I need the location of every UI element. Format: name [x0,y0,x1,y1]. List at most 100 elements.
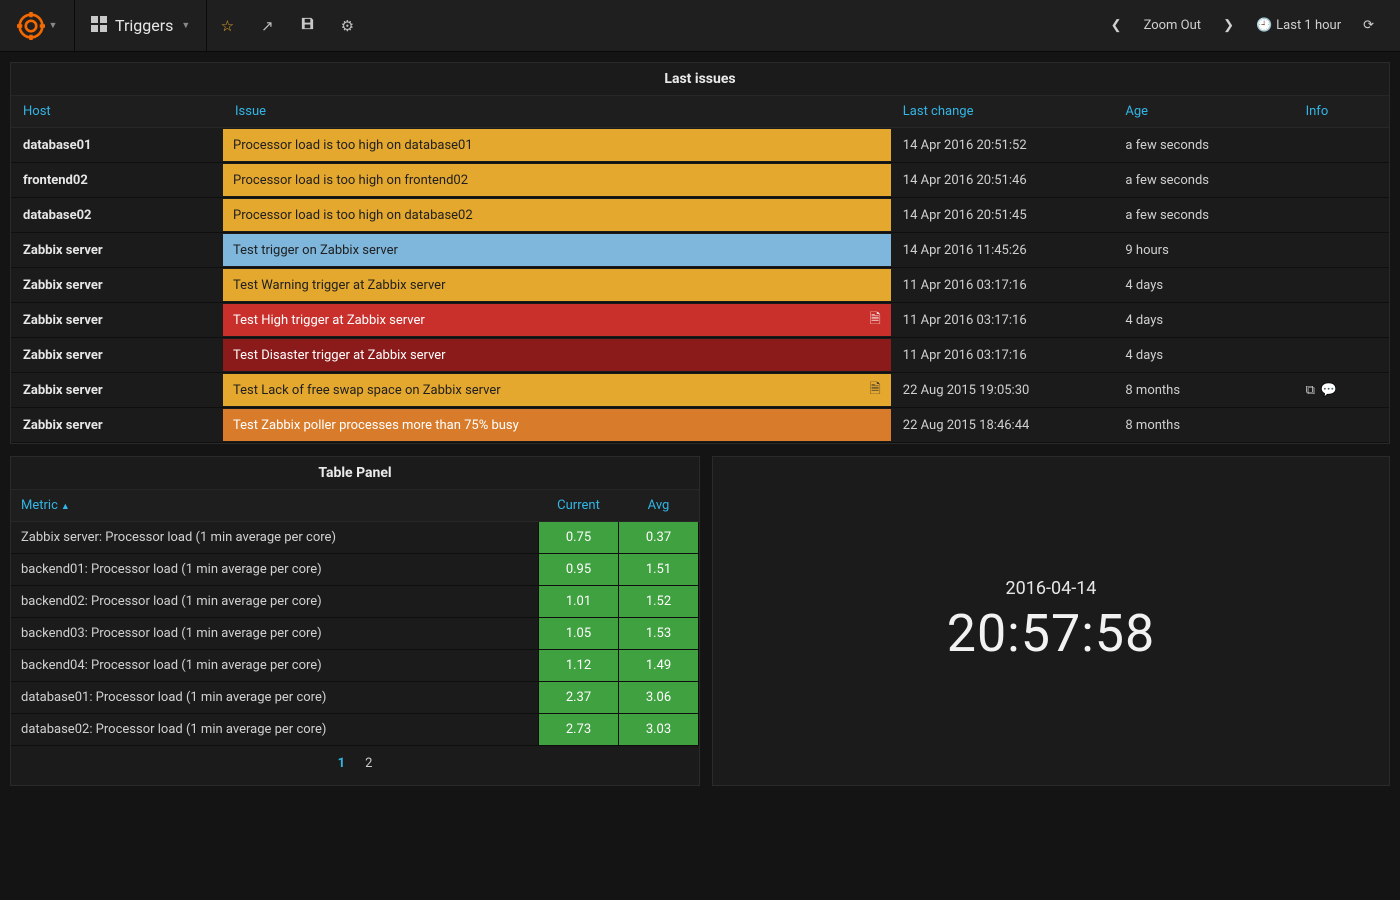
issue-chip[interactable]: Test High trigger at Zabbix server🗎 [223,304,891,336]
col-host[interactable]: Host [11,96,223,128]
issue-text: Test trigger on Zabbix server [233,243,398,258]
col-age[interactable]: Age [1113,96,1293,128]
host-cell[interactable]: Zabbix server [11,373,223,408]
host-cell[interactable]: Zabbix server [11,408,223,443]
star-button[interactable]: ☆ [207,0,247,52]
last-change-cell: 14 Apr 2016 20:51:46 [891,163,1114,198]
info-cell [1294,338,1389,373]
avg-cell: 3.06 [619,682,699,714]
sort-asc-icon: ▲ [61,502,70,512]
issue-chip[interactable]: Test Warning trigger at Zabbix server [223,269,891,301]
dashboard-title: Triggers [115,16,173,35]
info-cell [1294,303,1389,338]
host-cell[interactable]: Zabbix server [11,268,223,303]
logo-menu[interactable]: ▼ [0,0,75,52]
host-cell[interactable]: database01 [11,128,223,163]
table-row: Zabbix server: Processor load (1 min ave… [11,522,699,554]
share-icon: ↗ [261,17,274,35]
panel-title[interactable]: Last issues [11,63,1389,96]
avg-cell: 1.53 [619,618,699,650]
avg-cell: 1.49 [619,650,699,682]
info-cell [1294,198,1389,233]
share-button[interactable]: ↗ [247,0,287,52]
issue-cell: Test Lack of free swap space on Zabbix s… [223,373,891,408]
current-cell: 0.75 [539,522,619,554]
issue-chip[interactable]: Processor load is too high on frontend02 [223,164,891,196]
table-row: Zabbix serverTest Zabbix poller processe… [11,408,1389,443]
time-back-button[interactable]: ❮ [1103,12,1130,39]
table-row: Zabbix server Test Warning trigger at Zab… [11,268,1389,303]
issue-chip[interactable]: Processor load is too high on database01 [223,129,891,161]
last-change-cell: 14 Apr 2016 11:45:26 [891,233,1114,268]
issue-text: Processor load is too high on database01 [233,138,473,153]
document-icon[interactable]: 🗎 [870,308,881,332]
chevron-left-icon: ❮ [1111,18,1122,33]
metric-cell: Zabbix server: Processor load (1 min ave… [11,522,539,554]
issue-chip[interactable]: Processor load is too high on database02 [223,199,891,231]
time-controls: ❮ Zoom Out ❯ 🕘 Last 1 hour ⟳ [1103,12,1400,39]
info-cell [1294,128,1389,163]
zoom-out-label: Zoom Out [1144,18,1201,33]
col-info[interactable]: Info [1294,96,1389,128]
toolbar: ☆ ↗ ⚙ [207,0,367,52]
issue-cell: Test trigger on Zabbix server [223,233,891,268]
issue-chip[interactable]: Test Disaster trigger at Zabbix server [223,339,891,371]
col-avg[interactable]: Avg [619,490,699,522]
time-forward-button[interactable]: ❯ [1215,12,1242,39]
col-last-change[interactable]: Last change [891,96,1114,128]
metric-cell: database02: Processor load (1 min averag… [11,714,539,746]
info-cell [1294,408,1389,443]
dashboard-picker[interactable]: Triggers ▼ [75,0,207,52]
document-icon[interactable]: 🗎 [870,378,881,402]
external-link-icon[interactable]: ⧉ [1306,383,1315,398]
issue-cell: Processor load is too high on database02 [223,198,891,233]
page-2[interactable]: 2 [355,754,382,773]
metric-cell: database01: Processor load (1 min averag… [11,682,539,714]
metrics-table: Metric▲ Current Avg Zabbix server: Proce… [11,490,699,746]
table-row: database02 Processor load is too high on … [11,198,1389,233]
issue-text: Processor load is too high on database02 [233,208,473,223]
issue-text: Test Warning trigger at Zabbix server [233,278,445,293]
last-change-cell: 14 Apr 2016 20:51:52 [891,128,1114,163]
comment-icon[interactable]: 💬 [1321,383,1337,398]
refresh-icon: ⟳ [1363,18,1374,33]
host-cell[interactable]: Zabbix server [11,338,223,373]
age-cell: 4 days [1113,303,1293,338]
issue-chip[interactable]: Test Zabbix poller processes more than 7… [223,409,891,441]
clock-time: 20:57:58 [947,603,1156,664]
table-row: database01: Processor load (1 min averag… [11,682,699,714]
issue-cell: Test Disaster trigger at Zabbix server [223,338,891,373]
settings-button[interactable]: ⚙ [327,0,367,52]
issue-chip[interactable]: Test Lack of free swap space on Zabbix s… [223,374,891,406]
table-row: Zabbix serverTest Lack of free swap spac… [11,373,1389,408]
zoom-out-button[interactable]: Zoom Out [1136,12,1209,39]
time-range-picker[interactable]: 🕘 Last 1 hour [1248,12,1349,39]
col-issue[interactable]: Issue [223,96,891,128]
current-cell: 2.37 [539,682,619,714]
table-row: Zabbix serverTest High trigger at Zabbix… [11,303,1389,338]
host-cell[interactable]: Zabbix server [11,233,223,268]
host-cell[interactable]: Zabbix server [11,303,223,338]
host-cell[interactable]: frontend02 [11,163,223,198]
table-row: database02: Processor load (1 min averag… [11,714,699,746]
refresh-button[interactable]: ⟳ [1355,12,1382,39]
table-row: backend01: Processor load (1 min average… [11,554,699,586]
save-button[interactable] [287,0,327,52]
issue-cell: Test High trigger at Zabbix server🗎 [223,303,891,338]
host-cell[interactable]: database02 [11,198,223,233]
avg-cell: 3.03 [619,714,699,746]
chevron-right-icon: ❯ [1223,18,1234,33]
panel-title[interactable]: Table Panel [11,457,699,490]
issue-cell: Processor load is too high on database01 [223,128,891,163]
clock-panel[interactable]: 2016-04-14 20:57:58 [712,456,1390,786]
age-cell: a few seconds [1113,198,1293,233]
issue-chip[interactable]: Test trigger on Zabbix server [223,234,891,266]
page-1[interactable]: 1 [328,754,355,773]
info-cell: ⧉💬 [1294,373,1389,408]
time-range-label: Last 1 hour [1276,18,1341,33]
col-metric[interactable]: Metric▲ [11,490,539,522]
save-icon [300,16,315,35]
metric-cell: backend02: Processor load (1 min average… [11,586,539,618]
col-current[interactable]: Current [539,490,619,522]
caret-down-icon: ▼ [181,20,190,31]
